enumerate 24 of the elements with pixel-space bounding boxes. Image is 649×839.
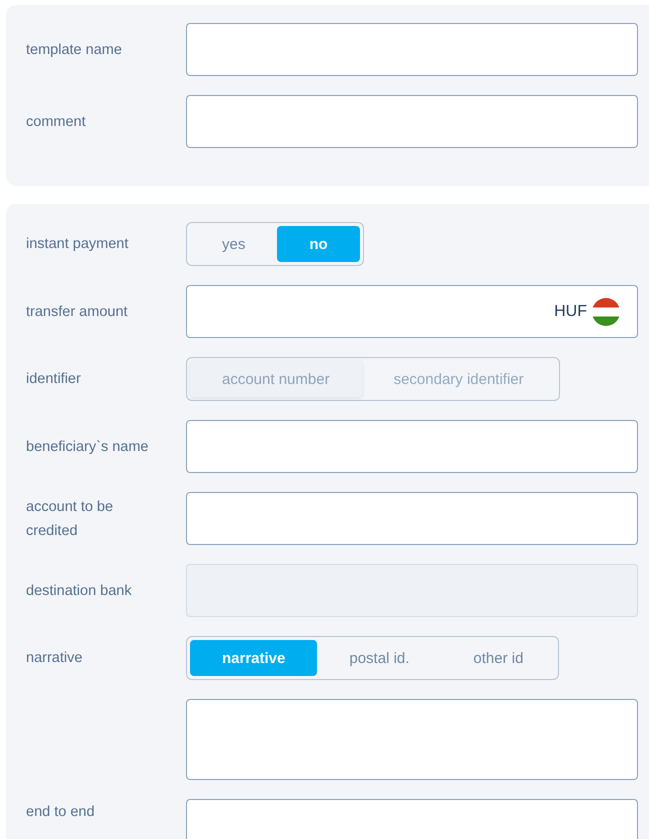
text-field[interactable] — [186, 420, 638, 473]
field-label: template name — [26, 40, 123, 60]
field-label: identifier — [26, 370, 82, 389]
field-label: account to be credited — [26, 498, 114, 540]
currency-code: HUF — [554, 302, 587, 320]
field-label: beneficiary`s name — [26, 438, 150, 456]
field-label: comment — [26, 112, 87, 132]
field-label: transfer amount — [26, 302, 129, 322]
text-field[interactable] — [186, 799, 638, 839]
flag-icon — [592, 298, 620, 326]
text-field[interactable] — [186, 23, 638, 76]
option-tab[interactable]: postal id. — [317, 640, 442, 676]
field-label: narrative — [26, 649, 84, 668]
option-tab[interactable]: narrative — [190, 640, 318, 676]
text-area[interactable] — [186, 699, 638, 780]
option-tab[interactable]: no — [277, 226, 360, 262]
field-label: end to end — [26, 803, 96, 822]
amount-field[interactable]: HUF — [186, 285, 638, 338]
option-tab[interactable]: yes — [190, 226, 278, 262]
option-tab[interactable]: other id — [441, 640, 556, 676]
text-field[interactable] — [186, 95, 638, 148]
field-label: instant payment — [26, 235, 130, 254]
field-label: destination bank — [26, 582, 133, 600]
text-field[interactable] — [186, 492, 638, 545]
